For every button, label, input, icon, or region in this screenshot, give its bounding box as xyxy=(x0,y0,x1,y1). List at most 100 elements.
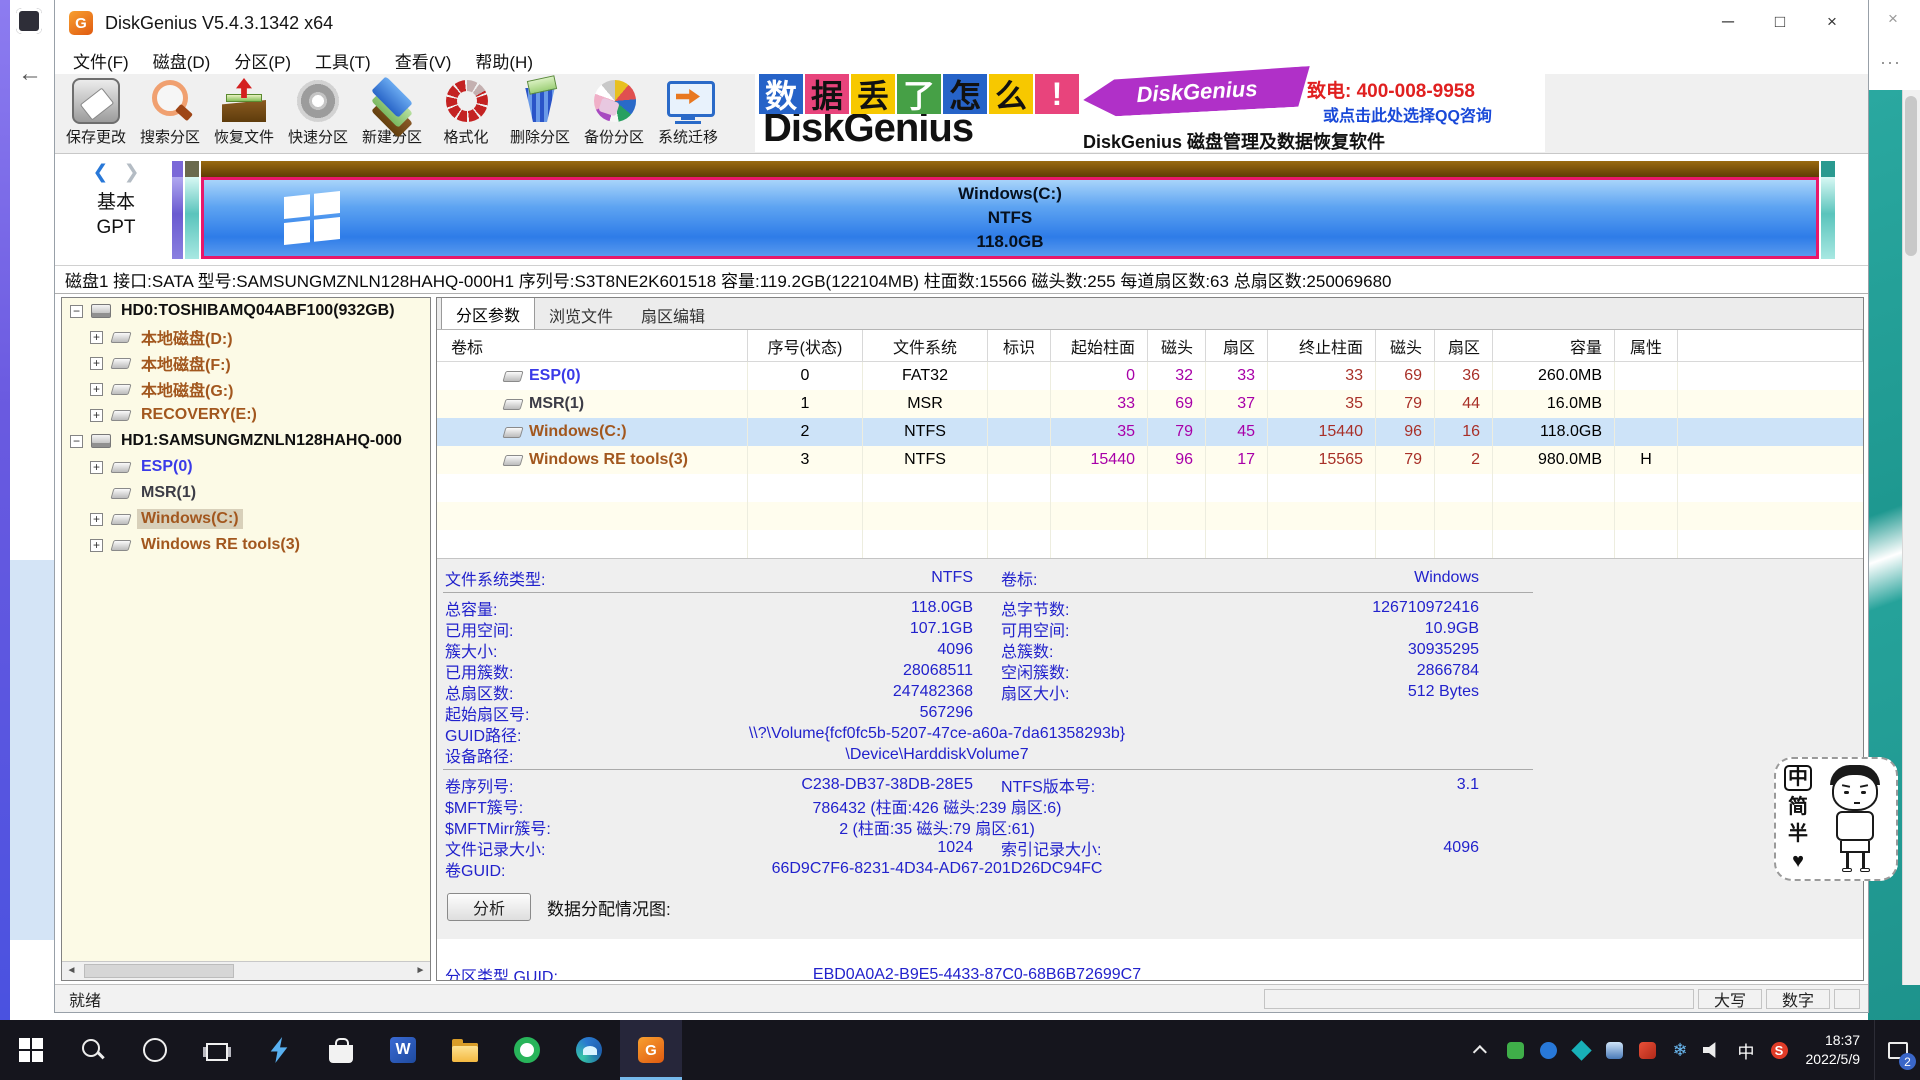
scroll-left-arrow-icon[interactable]: ◄ xyxy=(62,962,81,980)
action-center-button[interactable]: 2 xyxy=(1874,1020,1920,1080)
partition-block-windows[interactable]: Windows(C:) NTFS 118.0GB xyxy=(201,161,1819,259)
detail-value: 4096 xyxy=(607,641,973,659)
ad-banner[interactable]: DiskGenius数据丢了怎么!DiskGenius致电: 400-008-9… xyxy=(755,66,1545,152)
detail-row: $MFTMirr簇号:2 (柱面:35 磁头:79 扇区:61) xyxy=(437,816,1863,837)
background-window-area xyxy=(10,560,55,940)
partition-icon xyxy=(502,427,523,438)
expand-icon[interactable]: + xyxy=(90,409,103,422)
tree-item-本地磁盘-g[interactable]: +本地磁盘(G:) xyxy=(62,376,430,402)
tray-teal-app-icon[interactable] xyxy=(1565,1020,1598,1080)
banner-tile: 怎 xyxy=(943,74,987,114)
tree-item-本地磁盘-d[interactable]: +本地磁盘(D:) xyxy=(62,324,430,350)
taskbar-green-browser-button[interactable] xyxy=(496,1020,558,1080)
background-scrollbar-thumb[interactable] xyxy=(1905,96,1917,256)
taskbar-edge-button[interactable] xyxy=(558,1020,620,1080)
banner-qq-link[interactable]: 或点击此处选择QQ咨询 xyxy=(1323,102,1492,126)
collapse-icon[interactable]: − xyxy=(70,435,83,448)
tree-item-esp-0[interactable]: +ESP(0) xyxy=(62,454,430,480)
tree-item-windows-re-tools-3[interactable]: +Windows RE tools(3) xyxy=(62,532,430,558)
cell: 15565 xyxy=(1268,446,1376,474)
partition-table: 卷标序号(状态)文件系统标识起始柱面磁头扇区终止柱面磁头扇区容量属性ESP(0)… xyxy=(437,330,1863,558)
minimize-button[interactable]: ─ xyxy=(1702,6,1754,38)
tree-item-recovery-e[interactable]: +RECOVERY(E:) xyxy=(62,402,430,428)
background-close-icon[interactable]: × xyxy=(1876,6,1910,32)
toolbar-button-label: 系统迁移 xyxy=(658,126,718,147)
table-row-windows-c[interactable]: Windows(C:)2NTFS357945154409616118.0GB xyxy=(437,418,1863,446)
tab-浏览文件[interactable]: 浏览文件 xyxy=(535,301,627,329)
taskbar-store-button[interactable] xyxy=(310,1020,372,1080)
table-row-esp-0[interactable]: ESP(0)0FAT3203233336936260.0MB xyxy=(437,362,1863,390)
taskbar-bolt-app-button[interactable] xyxy=(248,1020,310,1080)
toolbar-button-quick-partition[interactable]: 快速分区 xyxy=(281,74,355,152)
tray-hidden-icons-icon[interactable] xyxy=(1466,1020,1499,1080)
partition-block-re-tools[interactable] xyxy=(1821,161,1835,259)
toolbar-button-delete-partition[interactable]: 删除分区 xyxy=(503,74,577,152)
tree-item-hd1-samsungmznln128hahq-000[interactable]: −HD1:SAMSUNGMZNLN128HAHQ-000 xyxy=(62,428,430,454)
toolbar-button-backup-partition[interactable]: 备份分区 xyxy=(577,74,651,152)
expand-icon[interactable]: + xyxy=(90,539,103,552)
tray-snowflake-icon[interactable]: ❄ xyxy=(1664,1020,1697,1080)
expand-icon[interactable]: + xyxy=(90,383,103,396)
tray-red-s-app-icon[interactable]: S xyxy=(1763,1020,1796,1080)
table-row-msr-1[interactable]: MSR(1)1MSR33693735794416.0MB xyxy=(437,390,1863,418)
tray-ime-chinese-icon[interactable]: 中 xyxy=(1730,1020,1763,1080)
tree-item-本地磁盘-f[interactable]: +本地磁盘(F:) xyxy=(62,350,430,376)
expand-icon[interactable]: + xyxy=(90,331,103,344)
tab-扇区编辑[interactable]: 扇区编辑 xyxy=(627,301,719,329)
tray-volume-icon[interactable] xyxy=(1697,1020,1730,1080)
scroll-right-arrow-icon[interactable]: ► xyxy=(411,962,430,980)
collapse-icon[interactable]: − xyxy=(70,305,83,318)
toolbar-button-system-migrate[interactable]: 系统迁移 xyxy=(651,74,725,152)
sticker-char: ♥ xyxy=(1792,848,1804,875)
taskbar-file-explorer-button[interactable] xyxy=(434,1020,496,1080)
analyze-button[interactable]: 分析 xyxy=(447,893,531,921)
clock-time: 18:37 xyxy=(1806,1031,1861,1050)
taskbar-search-button[interactable] xyxy=(62,1020,124,1080)
banner-tile: 么 xyxy=(989,74,1033,114)
table-row-windows-re-tools-3[interactable]: Windows RE tools(3)3NTFS1544096171556579… xyxy=(437,446,1863,474)
expand-icon[interactable]: + xyxy=(90,513,103,526)
menu-item-查看-v[interactable]: 查看(V) xyxy=(383,46,464,74)
toolbar-button-search-partition[interactable]: 搜索分区 xyxy=(133,74,207,152)
toolbar-button-format[interactable]: 格式化 xyxy=(429,74,503,152)
status-bar: 就绪 大写 数字 xyxy=(55,984,1868,1012)
tray-green-app-icon[interactable] xyxy=(1499,1020,1532,1080)
back-arrow-icon[interactable]: ← xyxy=(18,60,42,88)
tree-item-hd0-toshibamq04abf100-932gb[interactable]: −HD0:TOSHIBAMQ04ABF100(932GB) xyxy=(62,298,430,324)
detail-row: 已用空间:107.1GB可用空间:10.9GB xyxy=(437,618,1863,639)
tree-horizontal-scrollbar[interactable]: ◄ ► xyxy=(62,961,430,980)
taskbar-diskgenius-button[interactable]: G xyxy=(620,1020,682,1080)
filesystem-details: 文件系统类型:NTFS卷标:Windows总容量:118.0GB总字节数:126… xyxy=(437,558,1863,879)
taskbar-clock[interactable]: 18:37 2022/5/9 xyxy=(1796,1031,1875,1069)
prev-disk-arrow-icon[interactable]: ❮ xyxy=(92,162,108,183)
taskbar-start-button[interactable] xyxy=(0,1020,62,1080)
taskbar-word-button[interactable]: W xyxy=(372,1020,434,1080)
maximize-button[interactable]: □ xyxy=(1754,6,1806,38)
background-overflow-icon[interactable]: ··· xyxy=(1880,52,1901,73)
partition-block-esp[interactable] xyxy=(172,161,183,259)
tree-item-msr-1[interactable]: MSR(1) xyxy=(62,480,430,506)
tray-blue-app-icon[interactable] xyxy=(1532,1020,1565,1080)
menu-item-帮助-h[interactable]: 帮助(H) xyxy=(463,46,545,74)
status-empty-cell xyxy=(1264,989,1694,1009)
taskbar-cortana-button[interactable] xyxy=(124,1020,186,1080)
toolbar-button-recover-file[interactable]: 恢复文件 xyxy=(207,74,281,152)
tray-qq-icon[interactable] xyxy=(1598,1020,1631,1080)
tree-item-windows-c[interactable]: +Windows(C:) xyxy=(62,506,430,532)
tray-red-app-icon[interactable] xyxy=(1631,1020,1664,1080)
taskbar-task-view-button[interactable] xyxy=(186,1020,248,1080)
menu-item-文件-f[interactable]: 文件(F) xyxy=(61,46,141,74)
menu-item-磁盘-d[interactable]: 磁盘(D) xyxy=(141,46,223,74)
partition-block-msr[interactable] xyxy=(185,161,199,259)
partition-type-guid-label: 分区类型 GUID: xyxy=(437,963,697,981)
toolbar-button-new-partition[interactable]: 新建分区 xyxy=(355,74,429,152)
next-disk-arrow-icon[interactable]: ❯ xyxy=(124,162,140,183)
menu-item-工具-t[interactable]: 工具(T) xyxy=(303,46,383,74)
scrollbar-thumb[interactable] xyxy=(84,964,234,978)
menu-item-分区-p[interactable]: 分区(P) xyxy=(222,46,303,74)
expand-icon[interactable]: + xyxy=(90,357,103,370)
close-button[interactable]: × xyxy=(1806,6,1858,38)
toolbar-button-save[interactable]: 保存更改 xyxy=(59,74,133,152)
tab-分区参数[interactable]: 分区参数 xyxy=(441,297,535,329)
expand-icon[interactable]: + xyxy=(90,461,103,474)
